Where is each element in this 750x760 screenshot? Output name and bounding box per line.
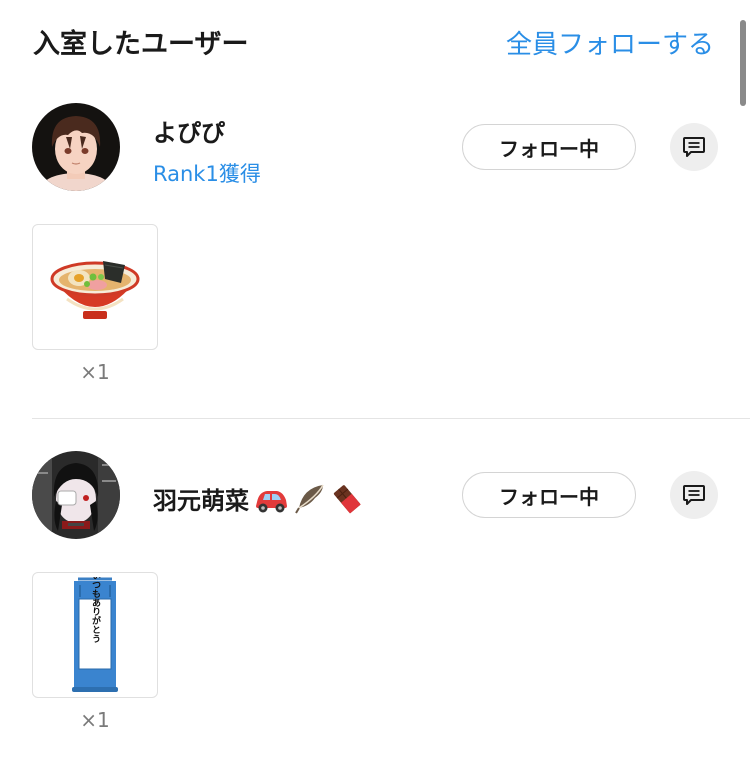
page-title: 入室したユーザー bbox=[33, 29, 249, 60]
following-button[interactable]: フォロー中 bbox=[462, 124, 636, 170]
username-text: 羽元萌菜 bbox=[153, 487, 249, 515]
gift-card[interactable]: いつもありがとう bbox=[32, 572, 158, 698]
divider bbox=[32, 418, 750, 419]
ramen-icon bbox=[50, 261, 140, 319]
message-button[interactable] bbox=[670, 471, 718, 519]
message-button[interactable] bbox=[670, 123, 718, 171]
gift-count: ×1 bbox=[80, 708, 110, 732]
following-button[interactable]: フォロー中 bbox=[462, 472, 636, 518]
gift-card[interactable] bbox=[32, 224, 158, 350]
scroll-text: いつもありがとう bbox=[90, 577, 101, 643]
feather-emoji bbox=[293, 482, 327, 522]
room-users-header: 入室したユーザー 全員フォローする bbox=[33, 18, 718, 62]
avatar[interactable] bbox=[32, 103, 120, 191]
scrollbar[interactable] bbox=[740, 20, 746, 106]
gift-count: ×1 bbox=[80, 360, 110, 384]
chocolate-emoji bbox=[331, 483, 363, 521]
message-icon bbox=[683, 485, 705, 505]
username[interactable]: よぴぴ bbox=[153, 113, 225, 148]
username[interactable]: 羽元萌菜 bbox=[153, 481, 363, 522]
message-icon bbox=[683, 137, 705, 157]
rank-badge[interactable]: Rank1獲得 bbox=[153, 158, 261, 188]
avatar[interactable] bbox=[32, 451, 120, 539]
follow-all-link[interactable]: 全員フォローする bbox=[506, 24, 714, 61]
hanging-scroll-icon: いつもありがとう bbox=[72, 577, 118, 692]
car-emoji bbox=[253, 484, 289, 520]
